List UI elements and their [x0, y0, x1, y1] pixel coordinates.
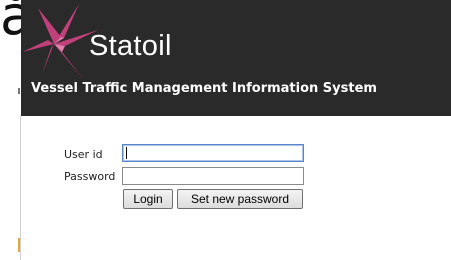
left-divider	[20, 116, 21, 260]
system-title: Vessel Traffic Management Information Sy…	[31, 81, 377, 96]
login-button[interactable]: Login	[123, 189, 173, 209]
left-edge-mark	[18, 88, 20, 94]
text-cursor	[126, 147, 127, 159]
password-label: Password	[64, 170, 116, 183]
userid-input[interactable]	[122, 144, 304, 162]
userid-label: User id	[64, 148, 103, 161]
brand-name: Statoil	[89, 30, 172, 62]
password-input[interactable]	[122, 167, 304, 185]
left-accent-mark	[18, 238, 20, 252]
set-new-password-button[interactable]: Set new password	[177, 189, 303, 209]
header-banner: Statoil Vessel Traffic Management Inform…	[21, 0, 451, 116]
